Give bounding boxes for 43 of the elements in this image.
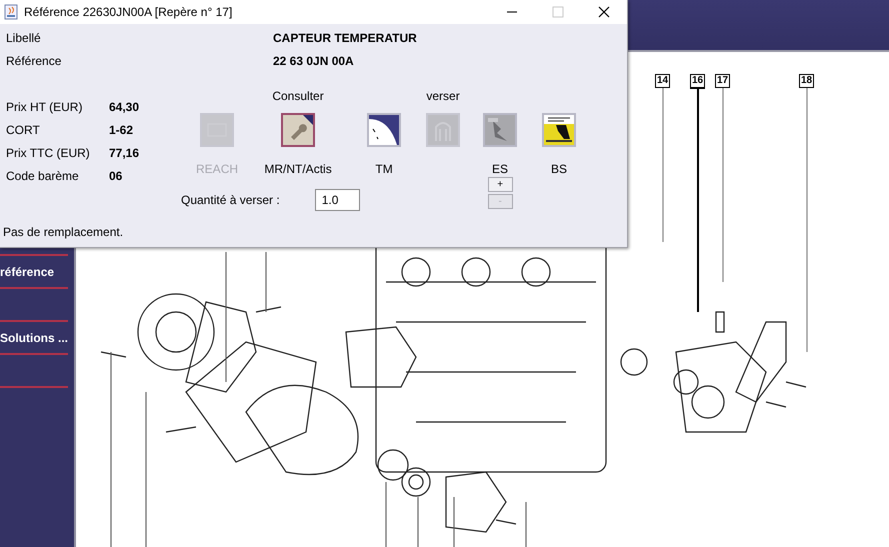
wrench-icon [283,115,314,145]
section-heading: verser [426,89,460,103]
app-icon [4,4,18,20]
button-caption: TM [375,162,393,176]
es-icon [485,115,516,145]
button-caption: REACH [196,162,238,176]
callout-label: 16 [690,74,706,89]
quantity-label: Quantité à verser : [181,193,280,207]
callout-label: 17 [715,74,730,88]
quantity-field[interactable]: 1.0 [314,189,360,211]
es-button[interactable] [483,113,518,147]
button-caption: ES [492,162,508,176]
wrench-button[interactable] [281,113,316,147]
sidebar-item[interactable]: référence [0,256,74,287]
increment-button[interactable]: + [488,177,513,192]
price-label: Prix HT (EUR) [5,100,84,114]
tm-button[interactable] [367,113,402,147]
button-caption: MR/NT/Actis [264,162,332,176]
price-label: CORT [5,122,41,136]
price-value: 77,16 [109,146,140,160]
callout-label: 14 [655,74,670,88]
sidebar-item[interactable]: Solutions ... [0,322,74,353]
callout-label: 18 [799,74,814,88]
close-icon [598,6,610,18]
maximize-icon [552,6,564,18]
tm-icon [369,115,400,145]
field-label: Libellé [5,30,42,44]
button-caption: BS [551,162,568,176]
section-heading: Consulter [272,89,324,103]
bs-icon [544,115,574,145]
price-label: Prix TTC (EUR) [5,146,91,160]
price-label: Code barème [5,168,80,182]
bs-button[interactable] [542,113,576,147]
field-label: Référence [5,54,62,68]
price-value: 1-62 [109,122,134,136]
field-value: CAPTEUR TEMPERATUR [273,30,417,44]
field-value: 22 63 0JN 00A [273,54,354,68]
window-title: Référence 22630JN00A [Repère n° 17] [24,5,234,19]
price-value: 06 [109,168,122,182]
price-value: 64,30 [109,100,140,114]
arch-icon [428,115,458,145]
status-message: Pas de remplacement. [2,225,124,239]
reach-icon [202,115,232,145]
